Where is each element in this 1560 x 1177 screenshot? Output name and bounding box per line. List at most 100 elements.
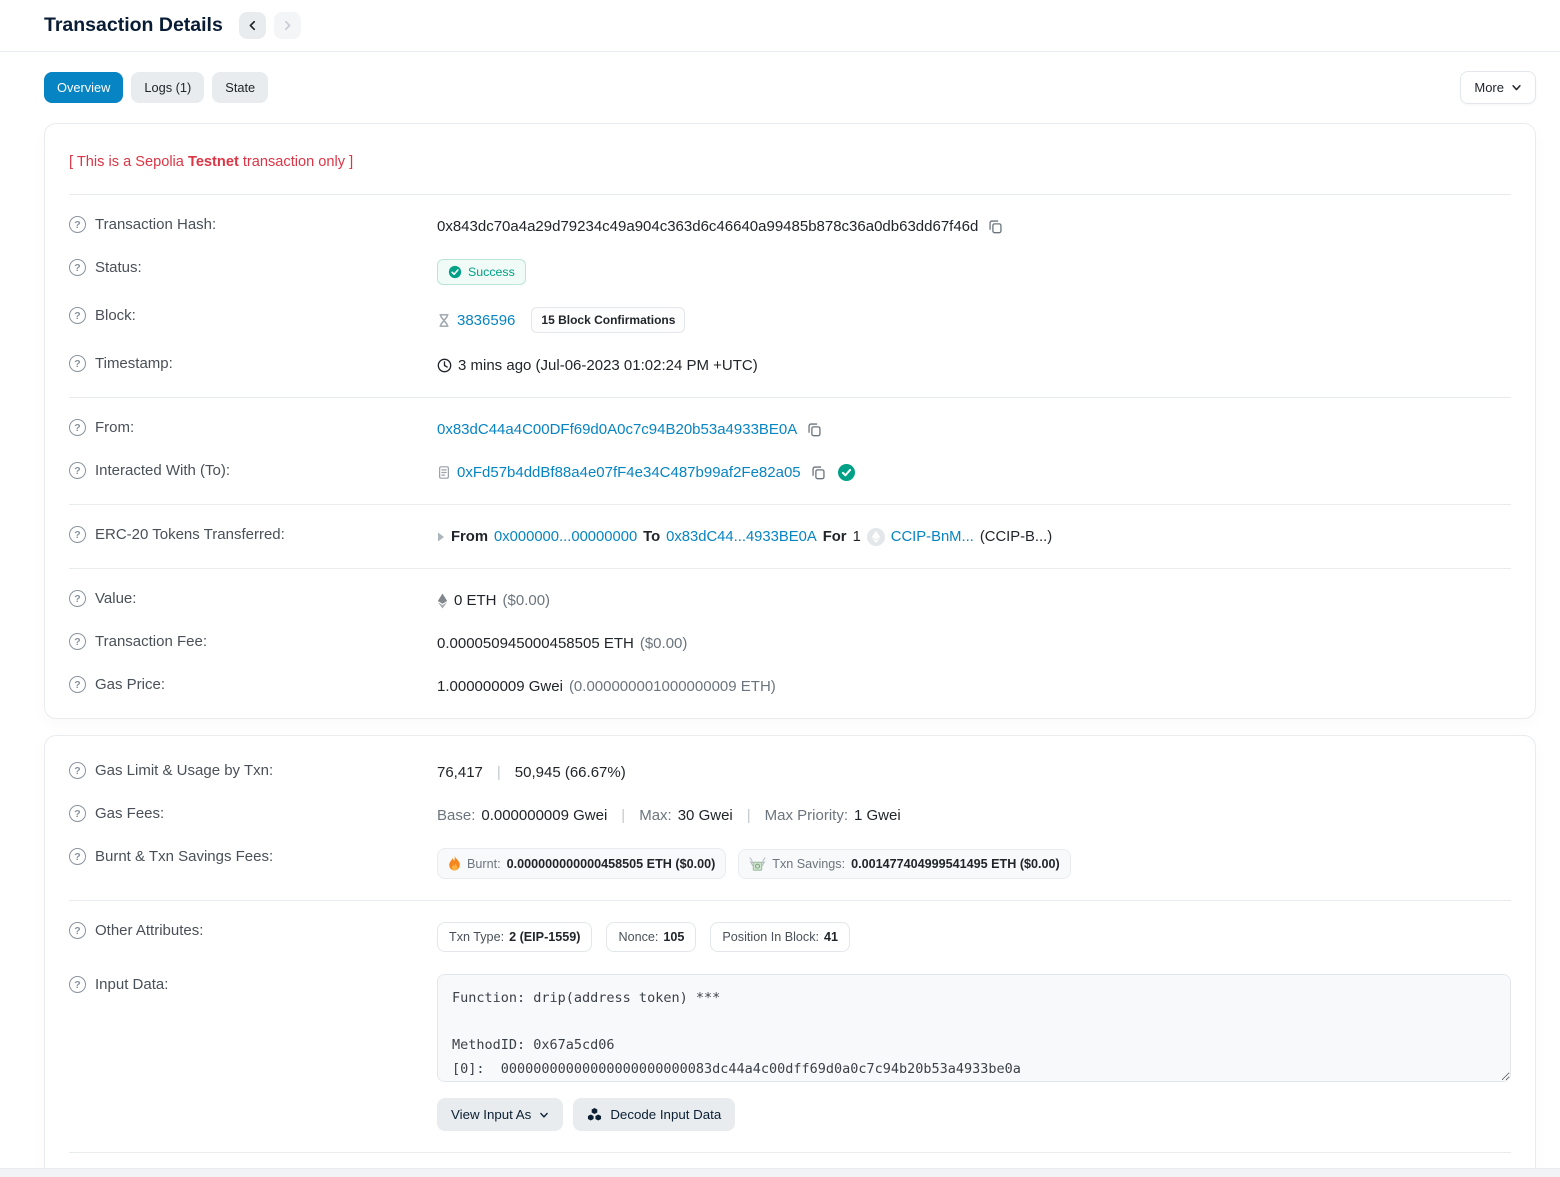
row-other-attributes: Other Attributes: Txn Type: 2 (EIP-1559)… xyxy=(69,911,1511,963)
page-title: Transaction Details xyxy=(44,14,223,37)
tab-list: Overview Logs (1) State xyxy=(44,72,268,103)
row-gas-limit-usage: Gas Limit & Usage by Txn: 76,417 50,945 … xyxy=(69,746,1511,794)
row-gas-price: Gas Price: 1.000000009 Gwei (0.000000001… xyxy=(69,665,1511,708)
row-status: Status: Success xyxy=(69,248,1511,296)
gas-fees-label: Gas Fees: xyxy=(95,805,164,822)
value-label: Value: xyxy=(95,590,136,607)
erc20-to-address-link[interactable]: 0x83dC44...4933BE0A xyxy=(666,529,817,545)
status-label: Status: xyxy=(95,259,142,276)
help-icon[interactable] xyxy=(69,216,86,233)
view-input-as-label: View Input As xyxy=(451,1107,531,1122)
help-icon[interactable] xyxy=(69,462,86,479)
more-button-label: More xyxy=(1474,80,1504,95)
hourglass-icon xyxy=(437,313,451,328)
previous-txn-button[interactable] xyxy=(239,12,266,39)
gas-fees-max-priority-value: 1 Gwei xyxy=(854,807,901,824)
divider xyxy=(69,1152,1511,1153)
erc20-to-label: To xyxy=(643,529,660,545)
row-timestamp: Timestamp: 3 mins ago (Jul-06-2023 01:02… xyxy=(69,344,1511,387)
divider xyxy=(69,397,1511,398)
help-icon[interactable] xyxy=(69,307,86,324)
help-icon[interactable] xyxy=(69,805,86,822)
row-interacted-with: Interacted With (To): 0xFd57b4ddBf88a4e0… xyxy=(69,451,1511,494)
from-address-link[interactable]: 0x83dC44a4C00DFf69d0A0c7c94B20b53a4933BE… xyxy=(437,421,797,438)
view-input-as-button[interactable]: View Input As xyxy=(437,1098,563,1131)
help-icon[interactable] xyxy=(69,526,86,543)
gas-limit-usage-label: Gas Limit & Usage by Txn: xyxy=(95,762,273,779)
help-icon[interactable] xyxy=(69,676,86,693)
help-icon[interactable] xyxy=(69,419,86,436)
burnt-badge-label: Burnt: xyxy=(467,857,501,871)
gas-usage: 50,945 (66.67%) xyxy=(515,764,626,781)
chevron-right-icon xyxy=(282,20,293,31)
input-data-actions: View Input As Decode Input Data xyxy=(437,1098,1511,1131)
input-data-textarea[interactable]: Function: drip(address token) *** Method… xyxy=(437,974,1511,1082)
tab-state[interactable]: State xyxy=(212,72,268,103)
chevron-left-icon xyxy=(247,20,258,31)
position-in-block-badge: Position In Block: 41 xyxy=(710,922,850,952)
tab-logs[interactable]: Logs (1) xyxy=(131,72,204,103)
help-icon[interactable] xyxy=(69,355,86,372)
help-icon[interactable] xyxy=(69,976,86,993)
burnt-savings-label: Burnt & Txn Savings Fees: xyxy=(95,848,273,865)
more-button[interactable]: More xyxy=(1460,71,1536,104)
tab-overview[interactable]: Overview xyxy=(44,72,123,103)
token-name-link[interactable]: CCIP-BnM... xyxy=(891,529,974,545)
token-icon xyxy=(867,528,885,546)
txn-savings-badge-label: Txn Savings: xyxy=(772,857,845,871)
copy-icon[interactable] xyxy=(811,465,826,480)
help-icon[interactable] xyxy=(69,762,86,779)
transaction-fee-label: Transaction Fee: xyxy=(95,633,207,650)
row-from: From: 0x83dC44a4C00DFf69d0A0c7c94B20b53a… xyxy=(69,408,1511,451)
next-txn-button[interactable] xyxy=(274,12,301,39)
clock-icon xyxy=(437,358,452,373)
help-icon[interactable] xyxy=(69,633,86,650)
chevron-down-icon xyxy=(539,1110,549,1120)
row-transaction-hash: Transaction Hash: 0x843dc70a4a29d79234c4… xyxy=(69,205,1511,248)
block-label: Block: xyxy=(95,307,136,324)
gas-limit: 76,417 xyxy=(437,764,483,781)
row-gas-fees: Gas Fees: Base: 0.000000009 Gwei Max: 30… xyxy=(69,794,1511,837)
help-icon[interactable] xyxy=(69,922,86,939)
eth-icon xyxy=(437,593,448,609)
gas-fees-max-label: Max: xyxy=(639,807,672,824)
copy-icon[interactable] xyxy=(807,422,822,437)
token-symbol: (CCIP-B...) xyxy=(980,529,1052,545)
help-icon[interactable] xyxy=(69,259,86,276)
block-number-link[interactable]: 3836596 xyxy=(457,312,515,329)
help-icon[interactable] xyxy=(69,848,86,865)
gas-price-label: Gas Price: xyxy=(95,676,165,693)
nonce-badge: Nonce: 105 xyxy=(606,922,696,952)
erc20-from-address-link[interactable]: 0x000000...00000000 xyxy=(494,529,637,545)
value-usd: ($0.00) xyxy=(503,592,551,609)
timestamp-value: 3 mins ago (Jul-06-2023 01:02:24 PM +UTC… xyxy=(458,357,758,374)
txn-savings-badge-value: 0.001477404999541495 ETH ($0.00) xyxy=(851,857,1060,871)
page-header: Transaction Details xyxy=(0,0,1560,52)
burnt-badge: Burnt: 0.000000000000458505 ETH ($0.00) xyxy=(437,848,726,879)
row-transaction-fee: Transaction Fee: 0.000050945000458505 ET… xyxy=(69,622,1511,665)
gas-fees-max-priority-label: Max Priority: xyxy=(765,807,848,824)
cubes-icon xyxy=(587,1108,602,1122)
transaction-hash-value: 0x843dc70a4a29d79234c49a904c363d6c46640a… xyxy=(437,218,978,235)
from-label: From: xyxy=(95,419,134,436)
pipe-divider xyxy=(613,807,633,824)
caret-right-icon[interactable] xyxy=(437,532,445,542)
copy-icon[interactable] xyxy=(988,219,1003,234)
burnt-badge-value: 0.000000000000458505 ETH ($0.00) xyxy=(507,857,716,871)
gas-fees-base-label: Base: xyxy=(437,807,475,824)
page-bottom-strip xyxy=(0,1168,1560,1177)
help-icon[interactable] xyxy=(69,590,86,607)
overview-card: [ This is a Sepolia Testnet transaction … xyxy=(44,123,1536,719)
money-wings-icon xyxy=(749,857,766,871)
pipe-divider xyxy=(739,807,759,824)
transaction-hash-label: Transaction Hash: xyxy=(95,216,216,233)
timestamp-label: Timestamp: xyxy=(95,355,173,372)
divider xyxy=(69,568,1511,569)
decode-input-data-button[interactable]: Decode Input Data xyxy=(573,1098,735,1131)
check-circle-icon xyxy=(448,265,462,279)
row-burnt-savings: Burnt & Txn Savings Fees: Burnt: 0.00000… xyxy=(69,837,1511,890)
txn-savings-badge: Txn Savings: 0.001477404999541495 ETH ($… xyxy=(738,849,1070,879)
row-value: Value: 0 ETH ($0.00) xyxy=(69,579,1511,622)
to-address-link[interactable]: 0xFd57b4ddBf88a4e07fF4e34C487b99af2Fe82a… xyxy=(457,464,801,481)
testnet-notice: [ This is a Sepolia Testnet transaction … xyxy=(69,134,1511,184)
